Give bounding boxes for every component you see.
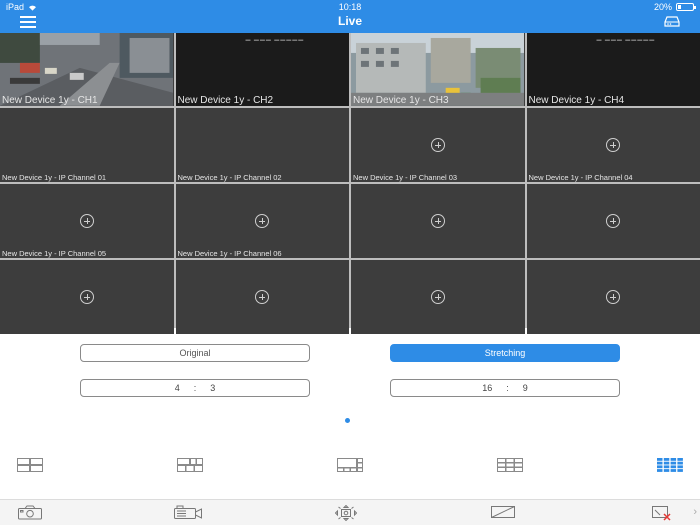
channel-cell[interactable]: New Device 1y - IP Channel 01 — [0, 108, 174, 182]
layout-selector — [0, 450, 700, 480]
page-indicator-dot — [345, 418, 350, 423]
channel-label: New Device 1y - IP Channel 02 — [177, 173, 282, 182]
device-list-icon[interactable] — [664, 15, 680, 27]
add-channel-icon[interactable] — [255, 214, 270, 228]
ratio-width: 16 — [482, 383, 493, 393]
channel-cell[interactable]: ▬ ▬▬▬ ▬▬▬▬▬ New Device 1y - CH2 — [175, 33, 349, 106]
channel-cell[interactable]: ▬ ▬▬▬ ▬▬▬▬▬ New Device 1y - CH4 — [526, 33, 700, 106]
add-channel-icon[interactable] — [606, 290, 621, 304]
channel-cell[interactable] — [351, 260, 525, 334]
channel-cell[interactable]: New Device 1y - IP Channel 04 — [526, 108, 700, 182]
close-all-icon[interactable] — [651, 505, 673, 521]
channel-label: New Device 1y - CH4 — [528, 95, 625, 106]
channel-cell[interactable]: New Device 1y - IP Channel 02 — [175, 108, 349, 182]
battery-percent: 20% — [653, 2, 672, 12]
aspect-ratio-4-3-button[interactable]: 4 : 3 — [80, 379, 310, 397]
top-bar: iPad 10:18 20% Live — [0, 0, 700, 33]
channel-cell[interactable] — [526, 184, 700, 258]
layout-2x2-icon[interactable] — [17, 458, 43, 472]
stretching-button[interactable]: Stretching — [390, 344, 620, 362]
menu-icon-bar — [20, 16, 36, 18]
video-timestamp-overlay: ▬ ▬▬▬ ▬▬▬▬▬ — [596, 37, 656, 43]
channel-cell[interactable] — [351, 184, 525, 258]
channel-label: New Device 1y - CH3 — [353, 95, 449, 106]
menu-icon-bar — [20, 26, 36, 28]
channel-cell[interactable]: New Device 1y - IP Channel 06 — [175, 184, 349, 258]
ratio-separator: : — [193, 383, 197, 393]
channel-cell[interactable] — [175, 260, 349, 334]
channel-cell[interactable] — [526, 260, 700, 334]
image-settings-icon[interactable] — [490, 505, 516, 519]
add-channel-icon[interactable] — [255, 290, 270, 304]
menu-icon-bar — [20, 21, 36, 23]
add-channel-icon[interactable] — [430, 214, 445, 228]
layout-1plus5-icon[interactable] — [177, 458, 203, 472]
video-timestamp-overlay: ▬ ▬▬▬ ▬▬▬▬▬ — [245, 37, 305, 43]
ptz-control-icon[interactable] — [335, 505, 357, 521]
channel-cell[interactable] — [0, 260, 174, 334]
layout-4x4-icon[interactable] — [657, 458, 683, 472]
channel-label: New Device 1y - IP Channel 06 — [177, 249, 282, 258]
channel-label: New Device 1y - IP Channel 04 — [528, 173, 633, 182]
channel-label: New Device 1y - CH1 — [2, 95, 98, 106]
add-channel-icon[interactable] — [79, 214, 94, 228]
bottom-toolbar: › — [0, 499, 700, 525]
layout-1plus7-icon[interactable] — [337, 458, 363, 472]
channel-label: New Device 1y - IP Channel 05 — [2, 249, 107, 258]
app-root: iPad 10:18 20% Live New Device 1y - CH1 ▬… — [0, 0, 700, 525]
battery-icon — [676, 3, 696, 11]
channel-cell[interactable]: New Device 1y - CH3 — [351, 33, 525, 106]
chevron-right-icon[interactable]: › — [693, 506, 697, 518]
add-channel-icon[interactable] — [79, 290, 94, 304]
aspect-ratio-16-9-button[interactable]: 16 : 9 — [390, 379, 620, 397]
status-right: 20% — [653, 2, 696, 12]
add-channel-icon[interactable] — [606, 138, 621, 152]
ratio-separator: : — [506, 383, 509, 393]
channel-label: New Device 1y - IP Channel 01 — [2, 173, 107, 182]
channel-cell[interactable]: New Device 1y - CH1 — [0, 33, 174, 106]
add-channel-icon[interactable] — [430, 290, 445, 304]
channel-cell[interactable]: New Device 1y - IP Channel 03 — [351, 108, 525, 182]
snapshot-camera-icon[interactable] — [17, 505, 43, 520]
video-grid: New Device 1y - CH1 ▬ ▬▬▬ ▬▬▬▬▬ New Device… — [0, 33, 700, 334]
status-time: 10:18 — [338, 2, 362, 12]
add-channel-icon[interactable] — [606, 214, 621, 228]
ratio-height: 3 — [210, 383, 216, 393]
original-button[interactable]: Original — [80, 344, 310, 362]
channel-cell[interactable]: New Device 1y - IP Channel 05 — [0, 184, 174, 258]
channel-label: New Device 1y - CH2 — [177, 95, 274, 106]
page-title: Live — [337, 14, 362, 28]
record-video-icon[interactable] — [173, 505, 203, 520]
add-channel-icon[interactable] — [430, 138, 445, 152]
ratio-width: 4 — [174, 383, 180, 393]
ratio-height: 9 — [522, 383, 528, 393]
menu-button[interactable] — [20, 16, 36, 28]
channel-label: New Device 1y - IP Channel 03 — [353, 173, 458, 182]
layout-3x3-icon[interactable] — [497, 458, 523, 472]
